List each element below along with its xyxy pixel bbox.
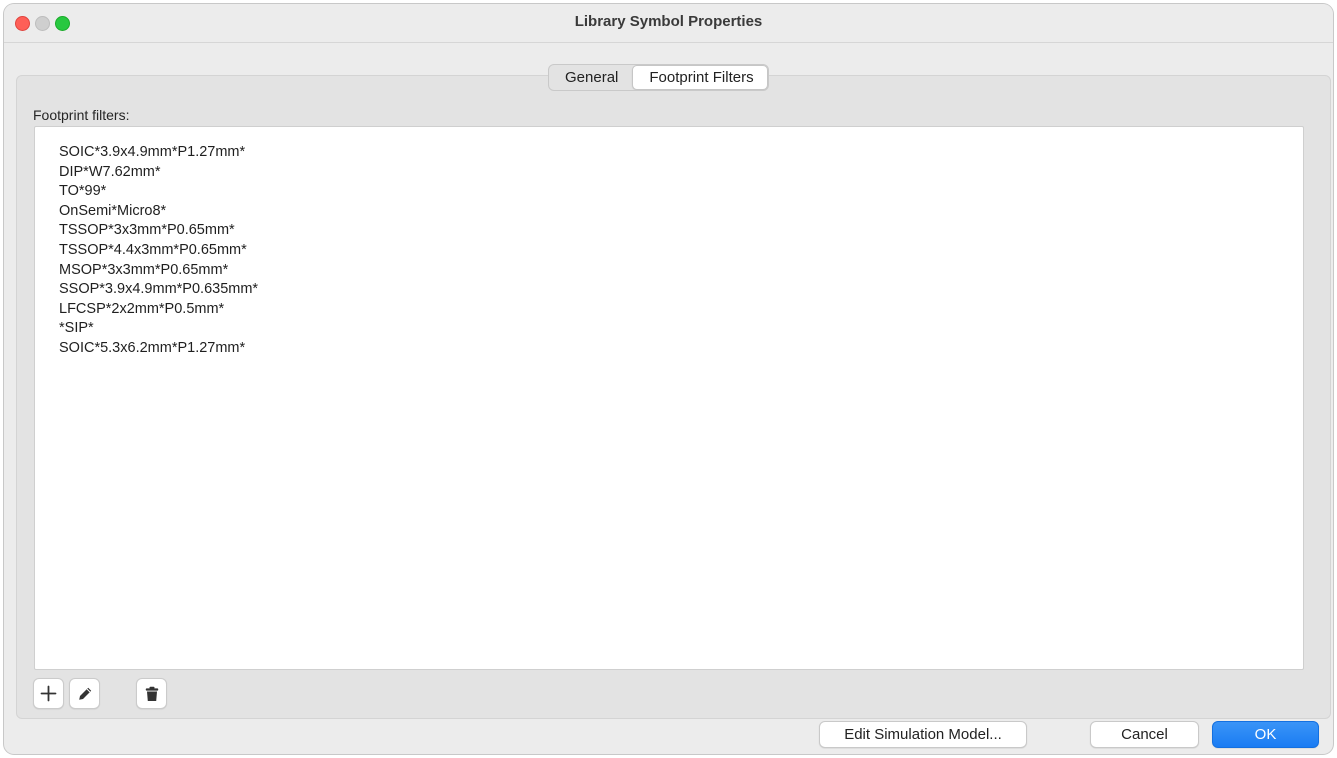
edit-filter-button[interactable] bbox=[69, 678, 100, 709]
filter-list-item[interactable]: TSSOP*3x3mm*P0.65mm* bbox=[59, 221, 1303, 241]
dialog-window: Library Symbol Properties General Footpr… bbox=[4, 4, 1333, 754]
cancel-button[interactable]: Cancel bbox=[1090, 721, 1199, 748]
add-filter-button[interactable] bbox=[33, 678, 64, 709]
filter-list-item[interactable]: SOIC*5.3x6.2mm*P1.27mm* bbox=[59, 339, 1303, 359]
tab-bar: General Footprint Filters bbox=[548, 64, 769, 91]
filter-list-item[interactable]: MSOP*3x3mm*P0.65mm* bbox=[59, 261, 1303, 281]
trash-icon bbox=[145, 686, 159, 702]
ok-button[interactable]: OK bbox=[1212, 721, 1319, 748]
title-bar: Library Symbol Properties bbox=[4, 4, 1333, 43]
filter-list-item[interactable]: TO*99* bbox=[59, 182, 1303, 202]
filter-list-item[interactable]: OnSemi*Micro8* bbox=[59, 202, 1303, 222]
edit-simulation-model-button[interactable]: Edit Simulation Model... bbox=[819, 721, 1027, 748]
filter-list-item[interactable]: TSSOP*4.4x3mm*P0.65mm* bbox=[59, 241, 1303, 261]
filter-list-item[interactable]: *SIP* bbox=[59, 319, 1303, 339]
filter-list-item[interactable]: SSOP*3.9x4.9mm*P0.635mm* bbox=[59, 280, 1303, 300]
filter-list-item[interactable]: LFCSP*2x2mm*P0.5mm* bbox=[59, 300, 1303, 320]
plus-icon bbox=[40, 685, 57, 702]
pencil-icon bbox=[77, 686, 93, 702]
filter-list-item[interactable]: SOIC*3.9x4.9mm*P1.27mm* bbox=[59, 143, 1303, 163]
tab-footprint-filters[interactable]: Footprint Filters bbox=[632, 65, 768, 90]
window-title: Library Symbol Properties bbox=[574, 13, 763, 30]
footprint-filter-list[interactable]: SOIC*3.9x4.9mm*P1.27mm* DIP*W7.62mm* TO*99… bbox=[34, 126, 1304, 670]
filter-list-item[interactable]: DIP*W7.62mm* bbox=[59, 163, 1303, 183]
footprint-filters-label: Footprint filters: bbox=[33, 107, 130, 123]
filter-list-items: SOIC*3.9x4.9mm*P1.27mm* DIP*W7.62mm* TO*99… bbox=[35, 127, 1303, 359]
tab-general[interactable]: General bbox=[549, 65, 631, 90]
delete-filter-button[interactable] bbox=[136, 678, 167, 709]
